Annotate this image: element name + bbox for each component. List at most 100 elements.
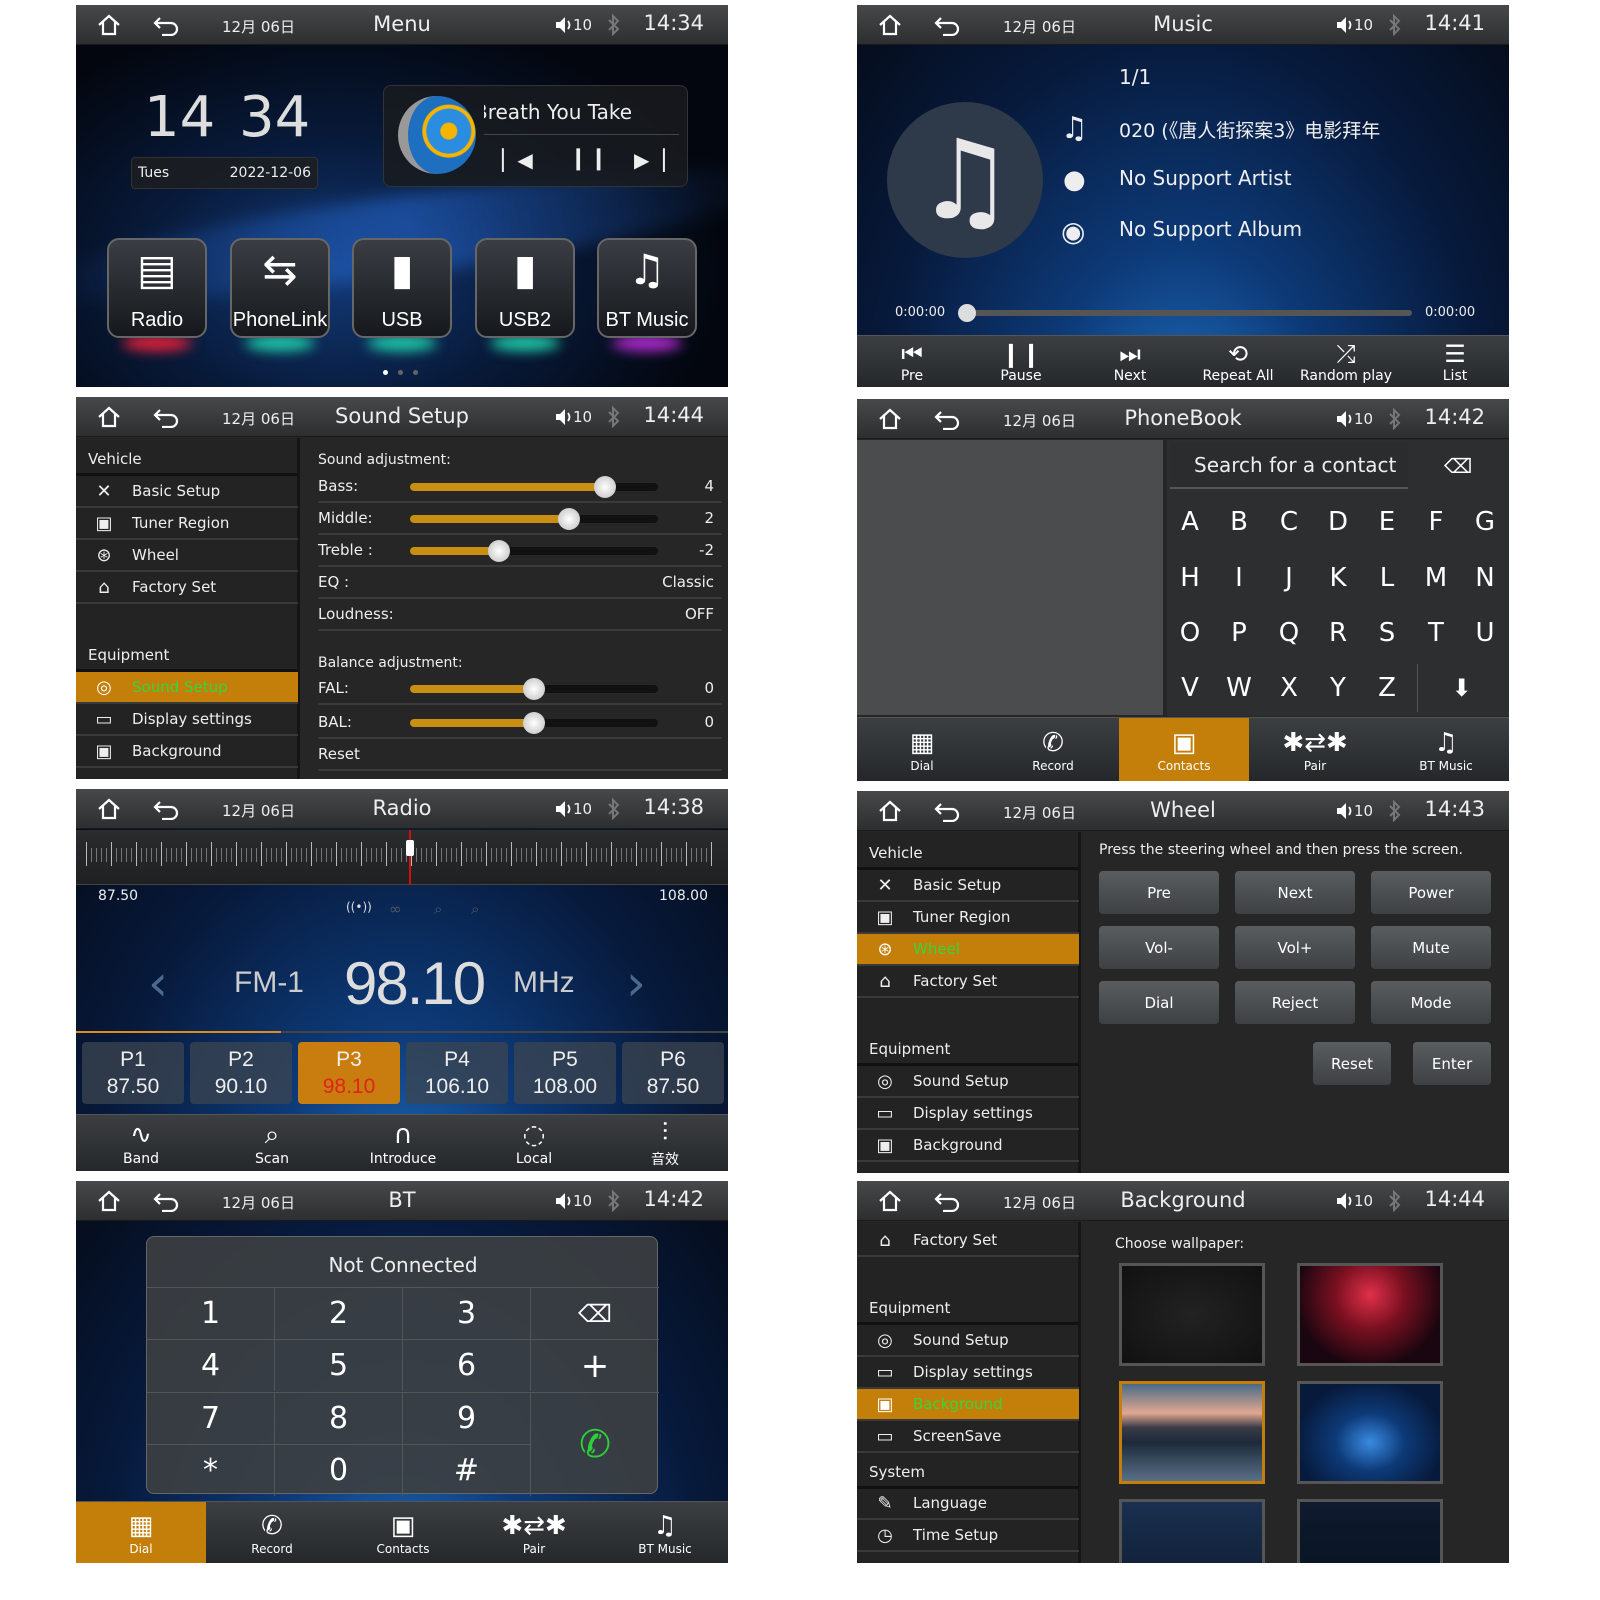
sidebar-item-basic-setup[interactable]: ✕ Basic Setup [857, 870, 1079, 902]
wheel-button-mute[interactable]: Mute [1371, 926, 1491, 969]
dial-key-0[interactable]: 0 [275, 1444, 403, 1496]
key-m[interactable]: M [1414, 554, 1458, 602]
key-n[interactable]: N [1463, 554, 1507, 602]
sidebar-item-wheel[interactable]: ⊛ Wheel [76, 540, 298, 572]
page-dot[interactable] [398, 370, 403, 375]
sidebar-item-basic-setup[interactable]: ✕ Basic Setup [76, 476, 298, 508]
tab-record[interactable]: ✆ Record [207, 1502, 337, 1563]
key-r[interactable]: R [1316, 609, 1360, 657]
dial-key-9[interactable]: 9 [403, 1392, 531, 1444]
key-x[interactable]: X [1267, 664, 1311, 712]
slider-knob[interactable] [487, 540, 510, 562]
key-e[interactable]: E [1365, 498, 1409, 546]
reset-button[interactable]: Reset [1313, 1042, 1391, 1085]
dial-key-4[interactable]: 4 [147, 1339, 275, 1391]
slider-knob[interactable] [523, 712, 545, 734]
sidebar-item-factory-set[interactable]: ⌂ Factory Set [857, 1225, 1079, 1257]
app-tile-usb[interactable]: ▮ USB [352, 238, 452, 338]
key-y[interactable]: Y [1316, 664, 1360, 712]
sidebar-item-background[interactable]: ▣ Background [857, 1130, 1079, 1162]
progress-knob[interactable] [958, 304, 976, 322]
enter-button[interactable]: Enter [1413, 1042, 1491, 1085]
sidebar-item-background[interactable]: ▣ Background [76, 736, 298, 768]
enter-key[interactable]: ⬇ [1417, 664, 1505, 712]
key-z[interactable]: Z [1365, 664, 1409, 712]
key-i[interactable]: I [1217, 554, 1261, 602]
sidebar-item-display-settings[interactable]: ▭ Display settings [857, 1098, 1079, 1130]
search-input[interactable]: Search for a contact [1170, 443, 1408, 489]
key-j[interactable]: J [1267, 554, 1311, 602]
preset-p5[interactable]: P5 108.00 [514, 1042, 616, 1104]
wheel-button-mode[interactable]: Mode [1371, 981, 1491, 1024]
next-station-arrow[interactable]: › [626, 954, 646, 1012]
key-a[interactable]: A [1168, 498, 1212, 546]
preset-p2[interactable]: P2 90.10 [190, 1042, 292, 1104]
call-button[interactable]: ✆ [531, 1392, 659, 1495]
wheel-button-vol-down[interactable]: Vol- [1099, 926, 1219, 969]
control-scan[interactable]: ⌕ Scan [212, 1115, 332, 1171]
wheel-button-vol-up[interactable]: Vol+ [1235, 926, 1355, 969]
tuning-scale[interactable] [76, 830, 728, 885]
wheel-button-power[interactable]: Power [1371, 871, 1491, 914]
sidebar-item-sound-setup[interactable]: ◎ Sound Setup [857, 1325, 1079, 1357]
slider-knob[interactable] [523, 678, 545, 700]
slider-track[interactable] [410, 508, 658, 530]
dial-key-7[interactable]: 7 [147, 1392, 275, 1444]
wallpaper-dark-blue[interactable] [1119, 1499, 1265, 1563]
key-k[interactable]: K [1316, 554, 1360, 602]
preset-p4[interactable]: P4 106.10 [406, 1042, 508, 1104]
app-tile-phonelink[interactable]: ⇆ PhoneLink [230, 238, 330, 338]
control-pre[interactable]: ⏮ Pre [862, 336, 962, 387]
page-dot[interactable] [383, 370, 388, 375]
tab-pair[interactable]: ✱⇄✱ Pair [1250, 718, 1380, 781]
control-pause[interactable]: ❙❙ Pause [971, 336, 1071, 387]
slider-track[interactable] [410, 712, 658, 734]
key-g[interactable]: G [1463, 498, 1507, 546]
key-w[interactable]: W [1217, 664, 1261, 712]
key-u[interactable]: U [1463, 609, 1507, 657]
control-repeat-all[interactable]: ⟲ Repeat All [1188, 336, 1288, 387]
wheel-button-next[interactable]: Next [1235, 871, 1355, 914]
key-t[interactable]: T [1414, 609, 1458, 657]
dial-key-1[interactable]: 1 [147, 1287, 275, 1339]
wallpaper-lake-sunset[interactable] [1119, 1381, 1265, 1484]
preset-p6[interactable]: P6 87.50 [622, 1042, 724, 1104]
tab-bt-music[interactable]: ♫ BT Music [600, 1502, 728, 1563]
sidebar-item-language[interactable]: ✎ Language [857, 1488, 1079, 1520]
tab-bt-music[interactable]: ♫ BT Music [1381, 718, 1509, 781]
key-v[interactable]: V [1168, 664, 1212, 712]
key-q[interactable]: Q [1267, 609, 1311, 657]
key-p[interactable]: P [1217, 609, 1261, 657]
dial-key-6[interactable]: 6 [403, 1339, 531, 1391]
progress-bar[interactable] [958, 304, 1412, 322]
wheel-button-dial[interactable]: Dial [1099, 981, 1219, 1024]
sidebar-item-wheel[interactable]: ⊛ Wheel [857, 934, 1079, 966]
dial-key-3[interactable]: 3 [403, 1287, 531, 1339]
pause-button[interactable]: ❙❙ [569, 146, 610, 171]
backspace-button[interactable]: ⌫ [1413, 443, 1503, 489]
control-introduce[interactable]: ∩ Introduce [343, 1115, 463, 1171]
tab-dial[interactable]: ▦ Dial [76, 1502, 206, 1563]
app-tile-bt-music[interactable]: ♫ BT Music [597, 238, 697, 338]
dial-key-hash[interactable]: # [403, 1444, 531, 1496]
key-l[interactable]: L [1365, 554, 1409, 602]
wallpaper-dark-texture[interactable] [1119, 1263, 1265, 1366]
wheel-button-pre[interactable]: Pre [1099, 871, 1219, 914]
sidebar-item-factory-set[interactable]: ⌂ Factory Set [76, 572, 298, 604]
key-s[interactable]: S [1365, 609, 1409, 657]
key-f[interactable]: F [1414, 498, 1458, 546]
sidebar-item-sound-setup[interactable]: ◎ Sound Setup [857, 1066, 1079, 1098]
sidebar-item-background[interactable]: ▣ Background [857, 1389, 1079, 1421]
key-d[interactable]: D [1316, 498, 1360, 546]
tab-dial[interactable]: ▦ Dial [857, 718, 987, 781]
previous-button[interactable]: ▏◀ [502, 148, 533, 172]
preset-p3[interactable]: P3 98.10 [298, 1042, 400, 1104]
dial-key-2[interactable]: 2 [275, 1287, 403, 1339]
frequency-indicator-handle[interactable] [406, 840, 415, 856]
page-dot[interactable] [413, 370, 418, 375]
key-c[interactable]: C [1267, 498, 1311, 546]
control-random-play[interactable]: ⤮ Random play [1296, 336, 1396, 387]
control-sound-effect[interactable]: ⫶ 音效 [605, 1115, 725, 1171]
sidebar-item-sound-setup[interactable]: ◎ Sound Setup [76, 672, 298, 704]
control-next[interactable]: ⏭ Next [1080, 336, 1180, 387]
